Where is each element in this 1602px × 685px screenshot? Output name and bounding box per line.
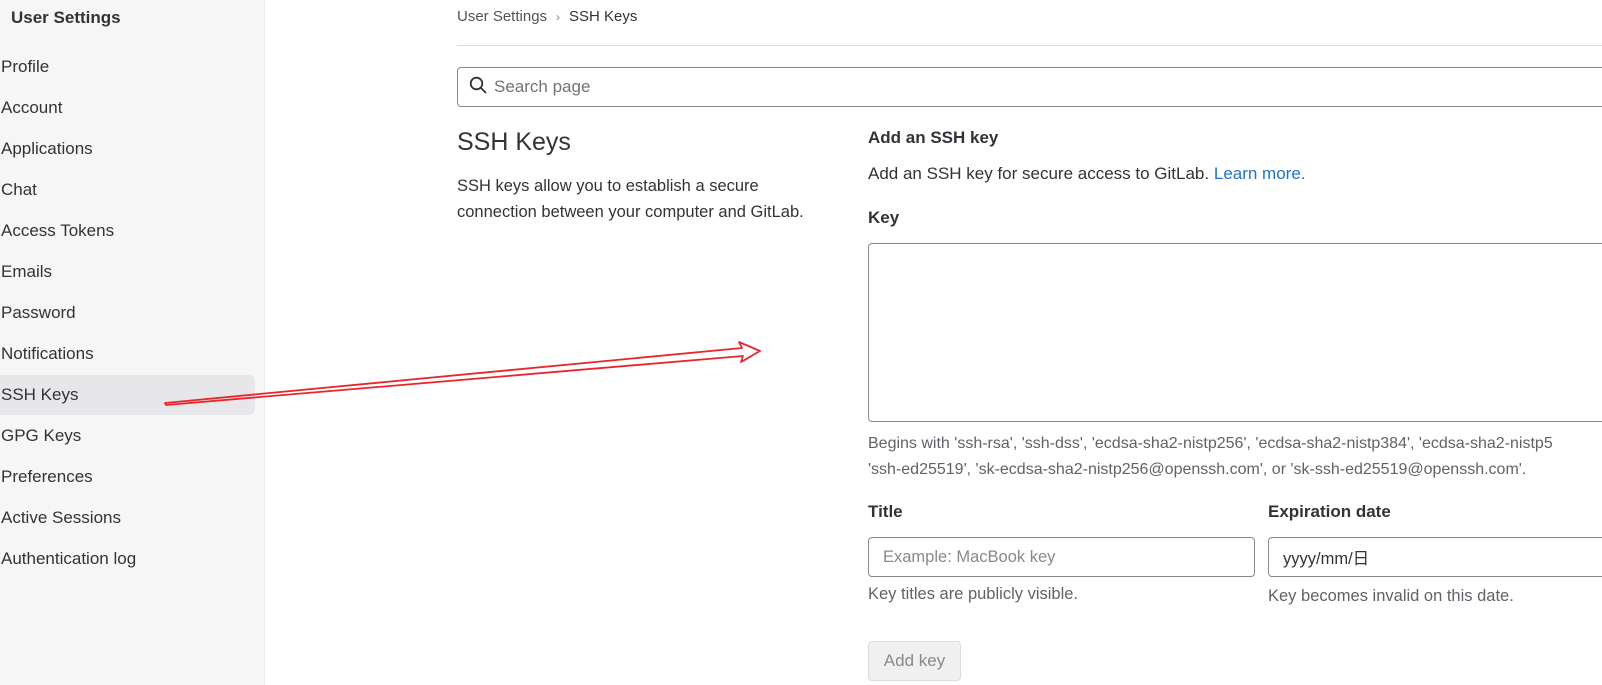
settings-sidebar: User Settings Profile Account Applicatio… [0,0,265,685]
sidebar-item-active-sessions[interactable]: Active Sessions [0,498,255,538]
sidebar-item-chat[interactable]: Chat [0,170,255,210]
title-label: Title [868,502,903,521]
expiration-help-text: Key becomes invalid on this date. [1268,587,1514,605]
chevron-right-icon: › [556,9,561,24]
sidebar-item-access-tokens[interactable]: Access Tokens [0,211,255,251]
sidebar-item-preferences[interactable]: Preferences [0,457,255,497]
sidebar-header: User Settings [11,8,121,27]
add-key-button[interactable]: Add key [868,641,961,681]
search-icon [469,76,487,99]
title-help-text: Key titles are publicly visible. [868,585,1079,603]
page-title: SSH Keys [457,128,571,156]
expiration-label: Expiration date [1268,502,1391,521]
key-help-text: Begins with 'ssh-rsa', 'ssh-dss', 'ecdsa… [868,431,1602,483]
breadcrumb: User Settings › SSH Keys [457,8,637,25]
sidebar-item-profile[interactable]: Profile [0,47,255,87]
add-key-heading: Add an SSH key [868,128,999,147]
page-root: User Settings Profile Account Applicatio… [0,0,1602,685]
sidebar-item-gpg-keys[interactable]: GPG Keys [0,416,255,456]
sidebar-item-authentication-log[interactable]: Authentication log [0,539,255,579]
sidebar-item-account[interactable]: Account [0,88,255,128]
add-key-description: Add an SSH key for secure access to GitL… [868,164,1306,184]
breadcrumb-current[interactable]: SSH Keys [569,8,637,25]
sidebar-item-emails[interactable]: Emails [0,252,255,292]
section-description: SSH keys allow you to establish a secure… [457,177,804,221]
search-box[interactable] [457,67,1602,107]
header-divider [457,45,1602,46]
title-field[interactable] [868,537,1255,577]
expiration-date-value: yyyy/mm/日 [1283,550,1370,568]
search-input[interactable] [494,77,1394,97]
key-help-line: 'ssh-ed25519', 'sk-ecdsa-sha2-nistp256@o… [868,461,1527,478]
sidebar-item-password[interactable]: Password [0,293,255,333]
sidebar-item-ssh-keys[interactable]: SSH Keys [0,375,255,415]
sidebar-item-applications[interactable]: Applications [0,129,255,169]
expiration-date-field[interactable]: yyyy/mm/日 [1268,537,1602,577]
sidebar-item-notifications[interactable]: Notifications [0,334,255,374]
key-help-line: Begins with 'ssh-rsa', 'ssh-dss', 'ecdsa… [868,435,1553,452]
breadcrumb-parent[interactable]: User Settings [457,8,547,25]
add-key-description-text: Add an SSH key for secure access to GitL… [868,164,1210,183]
key-label: Key [868,208,900,227]
learn-more-link[interactable]: Learn more. [1214,164,1306,183]
key-textarea[interactable] [868,243,1602,422]
